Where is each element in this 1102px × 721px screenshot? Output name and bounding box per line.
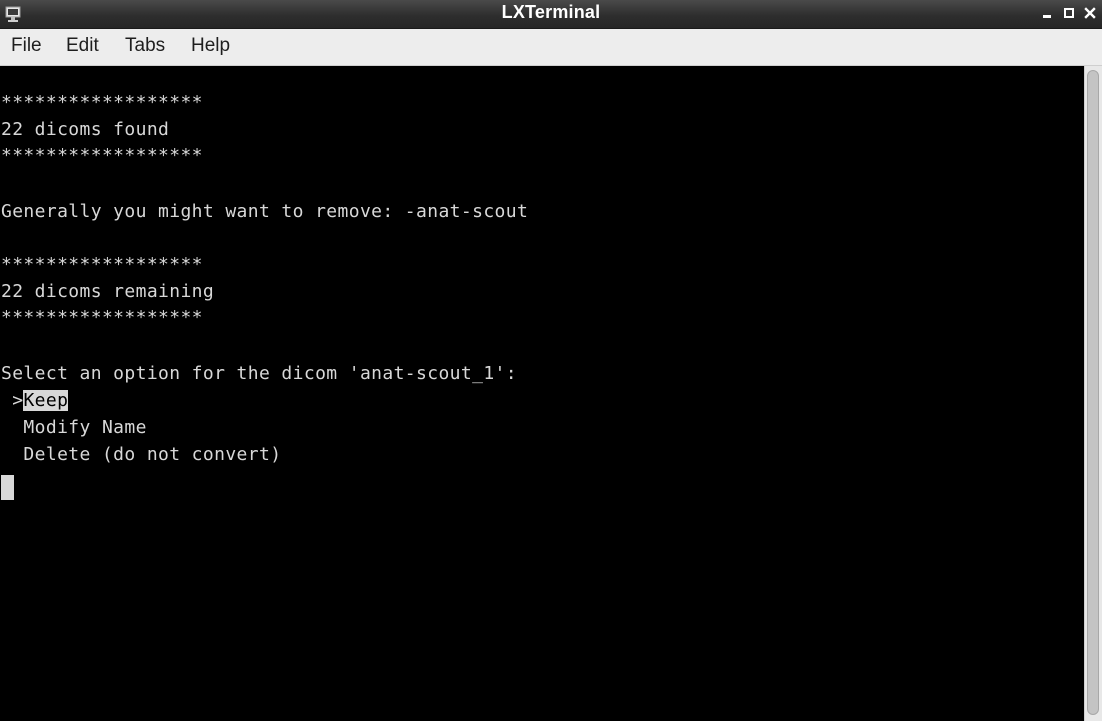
- menu-file[interactable]: File: [9, 35, 44, 57]
- vertical-scrollbar[interactable]: [1084, 66, 1102, 721]
- terminal-window: LXTerminal File Edit Tabs Help *********…: [0, 0, 1102, 721]
- scrollbar-thumb[interactable]: [1087, 70, 1099, 715]
- terminal-output[interactable]: ****************** 22 dicoms found *****…: [0, 66, 1084, 721]
- maximize-icon[interactable]: [1062, 6, 1076, 20]
- title-bar[interactable]: LXTerminal: [0, 0, 1102, 29]
- menu-help[interactable]: Help: [189, 35, 232, 57]
- menu-option-keep[interactable]: >Keep: [1, 389, 69, 413]
- menu-option-delete[interactable]: Delete (do not convert): [1, 443, 281, 467]
- selected-option-label[interactable]: Keep: [23, 390, 69, 411]
- text-cursor: [1, 475, 14, 500]
- dicoms-remaining-line: 22 dicoms remaining: [1, 281, 215, 302]
- dicoms-found-line: 22 dicoms found: [1, 119, 170, 140]
- menu-bar: File Edit Tabs Help: [0, 29, 1102, 66]
- selection-pointer: >: [1, 390, 24, 411]
- separator-line: ******************: [1, 145, 203, 166]
- minimize-icon[interactable]: [1040, 6, 1054, 20]
- separator-line: ******************: [1, 92, 203, 113]
- menu-tabs[interactable]: Tabs: [123, 35, 167, 57]
- window-title: LXTerminal: [501, 2, 601, 22]
- close-icon[interactable]: [1083, 6, 1097, 20]
- menu-edit[interactable]: Edit: [64, 35, 101, 57]
- separator-line: ******************: [1, 307, 203, 328]
- separator-line: ******************: [1, 254, 203, 275]
- menu-option-modify-name[interactable]: Modify Name: [1, 416, 147, 440]
- suggestion-line: Generally you might want to remove: -ana…: [1, 201, 529, 222]
- prompt-line: Select an option for the dicom 'anat-sco…: [1, 363, 517, 384]
